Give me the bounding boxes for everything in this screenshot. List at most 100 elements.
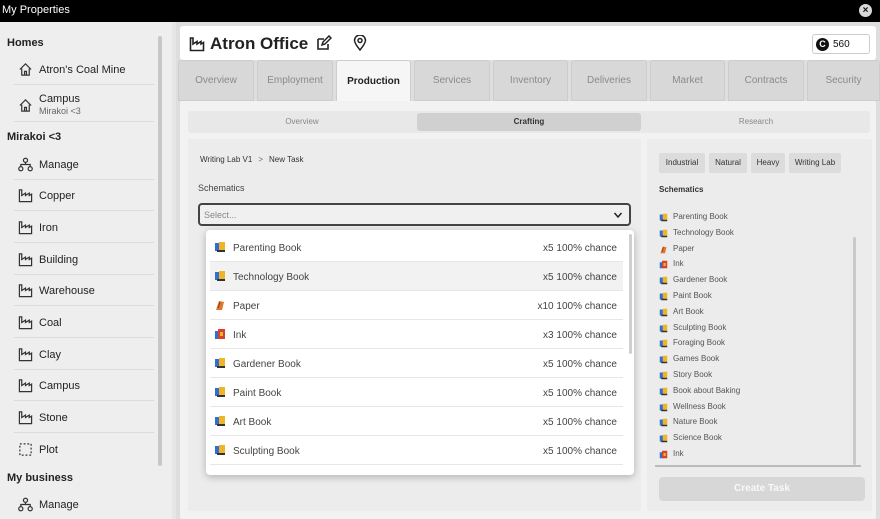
sidebar: Homes Atron's Coal Mine Campus Mirakoi <… bbox=[0, 22, 172, 519]
dropdown-option[interactable]: Technology Book x5 100% chance bbox=[210, 262, 623, 291]
breadcrumb-item[interactable]: Writing Lab V1 bbox=[200, 155, 252, 164]
category-writing-lab[interactable]: Writing Lab bbox=[789, 153, 841, 173]
schematic-name: Technology Book bbox=[673, 227, 734, 237]
sidebar-item-label: Copper bbox=[39, 190, 76, 202]
schematics-list-scrollbar[interactable] bbox=[853, 237, 856, 465]
option-yield: x3 100% chance bbox=[543, 330, 617, 341]
sidebar-item-copper[interactable]: Copper bbox=[14, 180, 154, 211]
tab-overview[interactable]: Overview bbox=[178, 60, 254, 101]
schematic-list-item[interactable]: Science Book bbox=[659, 429, 839, 445]
book-icon bbox=[214, 444, 226, 456]
option-yield: x5 100% chance bbox=[543, 388, 617, 399]
sidebar-item-business-manage[interactable]: Manage bbox=[14, 489, 154, 519]
schematic-list-item[interactable]: Sculpting Book bbox=[659, 319, 839, 335]
sidebar-item-warehouse[interactable]: Warehouse bbox=[14, 275, 154, 306]
sidebar-scrollbar[interactable] bbox=[158, 36, 162, 466]
sidebar-item-iron[interactable]: Iron bbox=[14, 212, 154, 243]
option-name: Technology Book bbox=[233, 272, 310, 283]
tab-inventory[interactable]: Inventory bbox=[493, 60, 568, 101]
schematic-list-item[interactable]: Story Book bbox=[659, 366, 839, 382]
tab-market[interactable]: Market bbox=[650, 60, 725, 101]
schematic-list-item[interactable]: Technology Book bbox=[659, 224, 839, 240]
schematic-list-item[interactable]: Games Book bbox=[659, 350, 839, 366]
tab-services[interactable]: Services bbox=[414, 60, 490, 101]
schematic-list-item[interactable]: Art Book bbox=[659, 303, 839, 319]
tab-employment[interactable]: Employment bbox=[257, 60, 333, 101]
sidebar-item-plot[interactable]: Plot bbox=[14, 434, 154, 465]
sidebar-item-manage[interactable]: Manage bbox=[14, 149, 154, 180]
schematic-list-item[interactable]: Parenting Book bbox=[659, 208, 839, 224]
sidebar-item-atrons-coal-mine[interactable]: Atron's Coal Mine bbox=[14, 54, 154, 85]
sidebar-item-coal[interactable]: Coal bbox=[14, 307, 154, 338]
sidebar-item-campus-home[interactable]: Campus Mirakoi <3 bbox=[14, 88, 154, 122]
book-icon bbox=[214, 241, 226, 253]
schematic-list-item[interactable]: Foraging Book bbox=[659, 334, 839, 350]
schematic-name: Ink bbox=[673, 449, 684, 458]
close-icon[interactable]: × bbox=[859, 4, 872, 17]
book-icon bbox=[659, 227, 668, 238]
breadcrumb-current: New Task bbox=[269, 155, 304, 164]
edit-icon[interactable] bbox=[316, 35, 332, 51]
dropdown-option[interactable]: Paint Book x5 100% chance bbox=[210, 378, 623, 407]
sidebar-item-clay[interactable]: Clay bbox=[14, 339, 154, 370]
schematics-list-label: Schematics bbox=[659, 185, 704, 194]
location-pin-icon[interactable] bbox=[353, 35, 367, 51]
dropdown-option[interactable]: Ink x3 100% chance bbox=[210, 320, 623, 349]
dropdown-option[interactable]: Gardener Book x5 100% chance bbox=[210, 349, 623, 378]
dropdown-option[interactable]: Art Book x5 100% chance bbox=[210, 407, 623, 436]
currency-badge: C 560 bbox=[812, 34, 870, 54]
dropdown-option[interactable]: Parenting Book x5 100% chance bbox=[210, 233, 623, 262]
tab-contracts[interactable]: Contracts bbox=[728, 60, 804, 101]
tab-deliveries[interactable]: Deliveries bbox=[571, 60, 647, 101]
factory-icon bbox=[18, 411, 33, 425]
sidebar-item-building[interactable]: Building bbox=[14, 244, 154, 275]
sidebar-item-label: Manage bbox=[39, 159, 79, 171]
option-yield: x10 100% chance bbox=[537, 301, 617, 312]
subtab-overview[interactable]: Overview bbox=[190, 113, 414, 131]
schematic-list-item[interactable]: Paint Book bbox=[659, 287, 839, 303]
schematic-name: Sculpting Book bbox=[673, 322, 727, 332]
create-task-button[interactable]: Create Task bbox=[659, 477, 865, 501]
schematic-name: Ink bbox=[673, 259, 684, 269]
schematic-list-item[interactable]: Nature Book bbox=[659, 413, 839, 429]
dropdown-scrollbar[interactable] bbox=[629, 234, 632, 354]
book-icon bbox=[659, 211, 668, 222]
chevron-down-icon bbox=[613, 212, 623, 219]
schematic-list-item[interactable]: Gardener Book bbox=[659, 271, 839, 287]
dropdown-option[interactable]: Sculpting Book x5 100% chance bbox=[210, 436, 623, 465]
schematic-list-item[interactable]: Ink bbox=[659, 445, 839, 461]
sidebar-item-label: Stone bbox=[39, 412, 68, 424]
tab-security[interactable]: Security bbox=[807, 60, 880, 101]
book-icon bbox=[214, 270, 226, 282]
sidebar-item-stone[interactable]: Stone bbox=[14, 402, 154, 433]
dropdown-option[interactable]: Paper x10 100% chance bbox=[210, 291, 623, 320]
paper-icon bbox=[214, 299, 226, 311]
category-industrial[interactable]: Industrial bbox=[659, 153, 705, 173]
schematic-list-item[interactable]: Wellness Book bbox=[659, 398, 839, 414]
schematic-list-item[interactable]: Ink bbox=[659, 255, 839, 271]
subtab-crafting[interactable]: Crafting bbox=[417, 113, 641, 131]
category-heavy[interactable]: Heavy bbox=[751, 153, 785, 173]
book-icon bbox=[659, 369, 668, 380]
option-name: Parenting Book bbox=[233, 243, 302, 254]
house-icon bbox=[19, 63, 32, 76]
coin-icon: C bbox=[816, 38, 829, 51]
house-icon bbox=[19, 99, 32, 112]
factory-icon bbox=[18, 379, 33, 393]
subtab-research[interactable]: Research bbox=[644, 113, 868, 131]
currency-value: 560 bbox=[833, 39, 850, 50]
sidebar-item-label: Building bbox=[39, 254, 79, 266]
category-natural[interactable]: Natural bbox=[709, 153, 747, 173]
schematic-list-item[interactable]: Book about Baking bbox=[659, 382, 839, 398]
ink-icon bbox=[659, 448, 668, 459]
schematic-select[interactable]: Select... bbox=[198, 203, 631, 226]
schematic-name: Story Book bbox=[673, 370, 713, 379]
sidebar-item-campus[interactable]: Campus bbox=[14, 370, 154, 401]
schematic-list-item[interactable]: Paper bbox=[659, 240, 839, 256]
schematics-sidebar: Industrial Natural Heavy Writing Lab Sch… bbox=[647, 139, 872, 511]
option-name: Art Book bbox=[233, 417, 272, 428]
tab-production[interactable]: Production bbox=[336, 60, 411, 102]
schematic-name: Paint Book bbox=[673, 291, 712, 300]
schematic-name: Wellness Book bbox=[673, 401, 726, 411]
sidebar-item-label: Atron's Coal Mine bbox=[39, 64, 126, 76]
